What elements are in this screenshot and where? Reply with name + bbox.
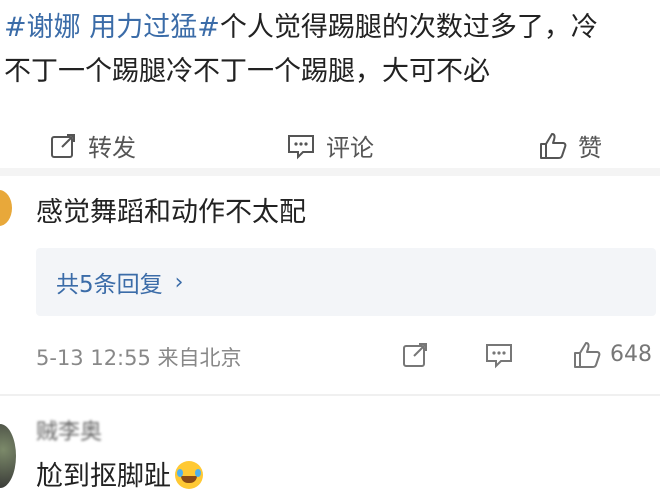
like-count: 648 xyxy=(610,342,652,367)
comment-icon[interactable] xyxy=(484,340,514,370)
like-label: 赞 xyxy=(578,134,602,162)
thumbs-up-icon xyxy=(540,132,567,159)
topic-tag[interactable]: 用力过猛# xyxy=(89,12,220,43)
user-name[interactable]: 贼李奥 xyxy=(36,414,102,446)
comment-label: 评论 xyxy=(326,134,374,162)
comment-divider xyxy=(0,394,660,396)
repost-label: 转发 xyxy=(88,134,136,162)
comment-body: 尬到抠脚趾 xyxy=(36,461,171,492)
laughing-crying-emoji-icon xyxy=(175,461,203,489)
comment-text: 感觉舞蹈和动作不太配 xyxy=(36,197,306,228)
avatar[interactable] xyxy=(0,190,12,226)
repost-button[interactable]: 转发 xyxy=(48,128,136,163)
comment-icon xyxy=(288,134,314,159)
section-divider xyxy=(0,168,660,176)
view-replies-button[interactable]: 共5条回复 › xyxy=(36,248,656,316)
post-text-line1: 个人觉得踢腿的次数过多了，冷 xyxy=(219,12,598,43)
share-icon[interactable] xyxy=(400,340,430,370)
share-icon xyxy=(51,133,75,158)
post-content: #谢娜 用力过猛#个人觉得踢腿的次数过多了，冷 不丁一个踢腿冷不丁一个踢腿，大可… xyxy=(4,6,656,94)
chevron-right-icon: › xyxy=(174,269,184,295)
comment-meta: 5-13 12:55 来自北京 648 xyxy=(36,338,656,374)
comment-button[interactable]: 评论 xyxy=(286,128,374,163)
avatar[interactable] xyxy=(0,424,16,488)
like-button[interactable]: 赞 xyxy=(538,128,602,163)
post-action-bar: 转发 评论 赞 xyxy=(0,118,660,174)
replies-label: 共5条回复 xyxy=(56,272,163,298)
post-text-line2: 不丁一个踢腿冷不丁一个踢腿，大可不必 xyxy=(4,56,490,87)
thumbs-up-icon[interactable] xyxy=(572,340,602,370)
comment-timestamp: 5-13 12:55 来自北京 xyxy=(36,346,242,370)
topic-tag[interactable]: #谢娜 xyxy=(4,12,81,43)
comment-text: 尬到抠脚趾 xyxy=(36,454,203,493)
